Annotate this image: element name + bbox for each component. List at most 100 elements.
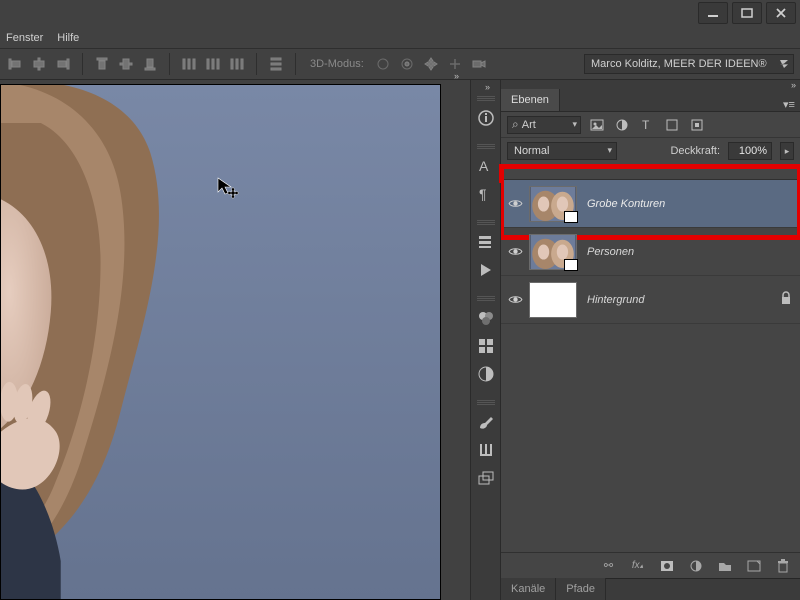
layer-thumbnail[interactable]	[529, 234, 577, 270]
layer-row[interactable]: Personen	[501, 228, 800, 276]
clone-source-icon[interactable]	[472, 464, 500, 492]
info-icon[interactable]	[472, 104, 500, 132]
paragraph-icon[interactable]: ¶	[472, 180, 500, 208]
distribute-v1-icon[interactable]	[267, 55, 285, 73]
new-layer-icon[interactable]	[746, 558, 761, 573]
svg-text:T: T	[642, 118, 650, 132]
3d-pan-icon[interactable]	[422, 55, 440, 73]
visibility-toggle[interactable]	[501, 294, 529, 305]
dock-grip[interactable]	[477, 400, 495, 406]
align-bottom-icon[interactable]	[141, 55, 159, 73]
move-cursor-icon	[217, 177, 239, 199]
distribute-h2-icon[interactable]	[204, 55, 222, 73]
layer-name[interactable]: Personen	[587, 246, 634, 258]
lock-icon[interactable]	[780, 291, 794, 308]
actions-icon[interactable]	[472, 256, 500, 284]
swatches-icon[interactable]	[472, 304, 500, 332]
minimize-button[interactable]	[698, 2, 728, 24]
layers-list: Grobe Konturen Personen Hintergrund	[501, 180, 800, 552]
brush-icon[interactable]	[472, 408, 500, 436]
dock-grip[interactable]	[477, 296, 495, 302]
blend-mode-value: Normal	[514, 145, 549, 157]
tab-ebenen[interactable]: Ebenen	[501, 89, 560, 111]
opacity-input[interactable]: 100%	[728, 142, 772, 160]
layer-filter-icons: T	[589, 117, 704, 132]
styles-icon[interactable]	[472, 332, 500, 360]
menu-fenster[interactable]: Fenster	[6, 32, 43, 44]
layer-row[interactable]: Grobe Konturen	[501, 180, 800, 228]
filter-pixel-icon[interactable]	[589, 117, 604, 132]
layer-row[interactable]: Hintergrund	[501, 276, 800, 324]
character-icon[interactable]: A	[472, 152, 500, 180]
layers-footer: ⚯ fx▴	[501, 552, 800, 578]
filter-shape-icon[interactable]	[664, 117, 679, 132]
panel-menu-icon[interactable]: ▾≡	[782, 98, 800, 111]
layer-name[interactable]: Hintergrund	[587, 294, 644, 306]
mode3d-icons	[374, 55, 488, 73]
layers-lock-row	[501, 164, 800, 180]
menu-bar: Fenster Hilfe	[0, 28, 800, 48]
svg-text:¶: ¶	[479, 186, 487, 202]
visibility-toggle[interactable]	[501, 198, 529, 209]
panel-overflow-icon[interactable]: »	[791, 80, 796, 90]
panel-tabs: Ebenen ▾≡	[501, 90, 800, 112]
adjust-icon[interactable]	[688, 558, 703, 573]
fx-icon[interactable]: fx▴	[630, 558, 645, 573]
smart-object-badge-icon	[564, 259, 578, 271]
maximize-button[interactable]	[732, 2, 762, 24]
separator	[256, 53, 257, 75]
svg-text:A: A	[479, 158, 489, 174]
3d-orbit-icon[interactable]	[374, 55, 392, 73]
align-top-icon[interactable]	[93, 55, 111, 73]
document-canvas[interactable]	[0, 84, 441, 600]
adjustments-icon[interactable]	[472, 360, 500, 388]
options-bar: 3D-Modus: Marco Kolditz, MEER DER IDEEN®	[0, 48, 800, 80]
3d-camera-icon[interactable]	[470, 55, 488, 73]
filter-smart-icon[interactable]	[689, 117, 704, 132]
workspace-dropdown[interactable]: Marco Kolditz, MEER DER IDEEN®	[584, 54, 794, 74]
link-icon[interactable]: ⚯	[601, 558, 616, 573]
distribute-h3-icon[interactable]	[228, 55, 246, 73]
align-middle-icon[interactable]	[117, 55, 135, 73]
filter-adjust-icon[interactable]	[614, 117, 629, 132]
layer-filter-label: Art	[522, 119, 536, 131]
mask-icon[interactable]	[659, 558, 674, 573]
align-group-1	[6, 55, 72, 73]
doc-tab-overflow-icon[interactable]: »	[454, 71, 464, 81]
distribute-h1-icon[interactable]	[180, 55, 198, 73]
filter-text-icon[interactable]: T	[639, 117, 654, 132]
opacity-label: Deckkraft:	[670, 145, 720, 157]
opacity-flyout-icon[interactable]: ▸	[780, 142, 794, 160]
blend-mode-dropdown[interactable]: Normal	[507, 142, 617, 160]
tab-kanaele[interactable]: Kanäle	[501, 578, 556, 600]
panels-column: » Ebenen ▾≡ Art T Normal	[500, 80, 800, 600]
dock-grip[interactable]	[477, 220, 495, 226]
group-icon[interactable]	[717, 558, 732, 573]
tab-pfade[interactable]: Pfade	[556, 578, 606, 600]
brush-presets-icon[interactable]	[472, 436, 500, 464]
visibility-toggle[interactable]	[501, 246, 529, 257]
align-group-2	[93, 55, 159, 73]
layer-filter-dropdown[interactable]: Art	[507, 116, 581, 134]
mode3d-label: 3D-Modus:	[310, 58, 364, 70]
3d-roll-icon[interactable]	[398, 55, 416, 73]
opacity-value: 100%	[739, 145, 767, 157]
layer-name[interactable]: Grobe Konturen	[587, 198, 665, 210]
dock-grip[interactable]	[477, 144, 495, 150]
canvas-wrap: »	[0, 80, 470, 600]
align-right-icon[interactable]	[54, 55, 72, 73]
separator	[82, 53, 83, 75]
close-button[interactable]	[766, 2, 796, 24]
trash-icon[interactable]	[775, 558, 790, 573]
menu-hilfe[interactable]: Hilfe	[57, 32, 79, 44]
history-icon[interactable]	[472, 228, 500, 256]
layer-thumbnail[interactable]	[529, 186, 577, 222]
separator	[169, 53, 170, 75]
layer-thumbnail[interactable]	[529, 282, 577, 318]
align-left-icon[interactable]	[6, 55, 24, 73]
align-center-icon[interactable]	[30, 55, 48, 73]
dock-grip[interactable]	[477, 96, 495, 102]
dock-overflow-icon[interactable]: »	[485, 82, 497, 90]
workspace-label: Marco Kolditz, MEER DER IDEEN®	[591, 58, 767, 70]
window-controls	[698, 0, 800, 28]
